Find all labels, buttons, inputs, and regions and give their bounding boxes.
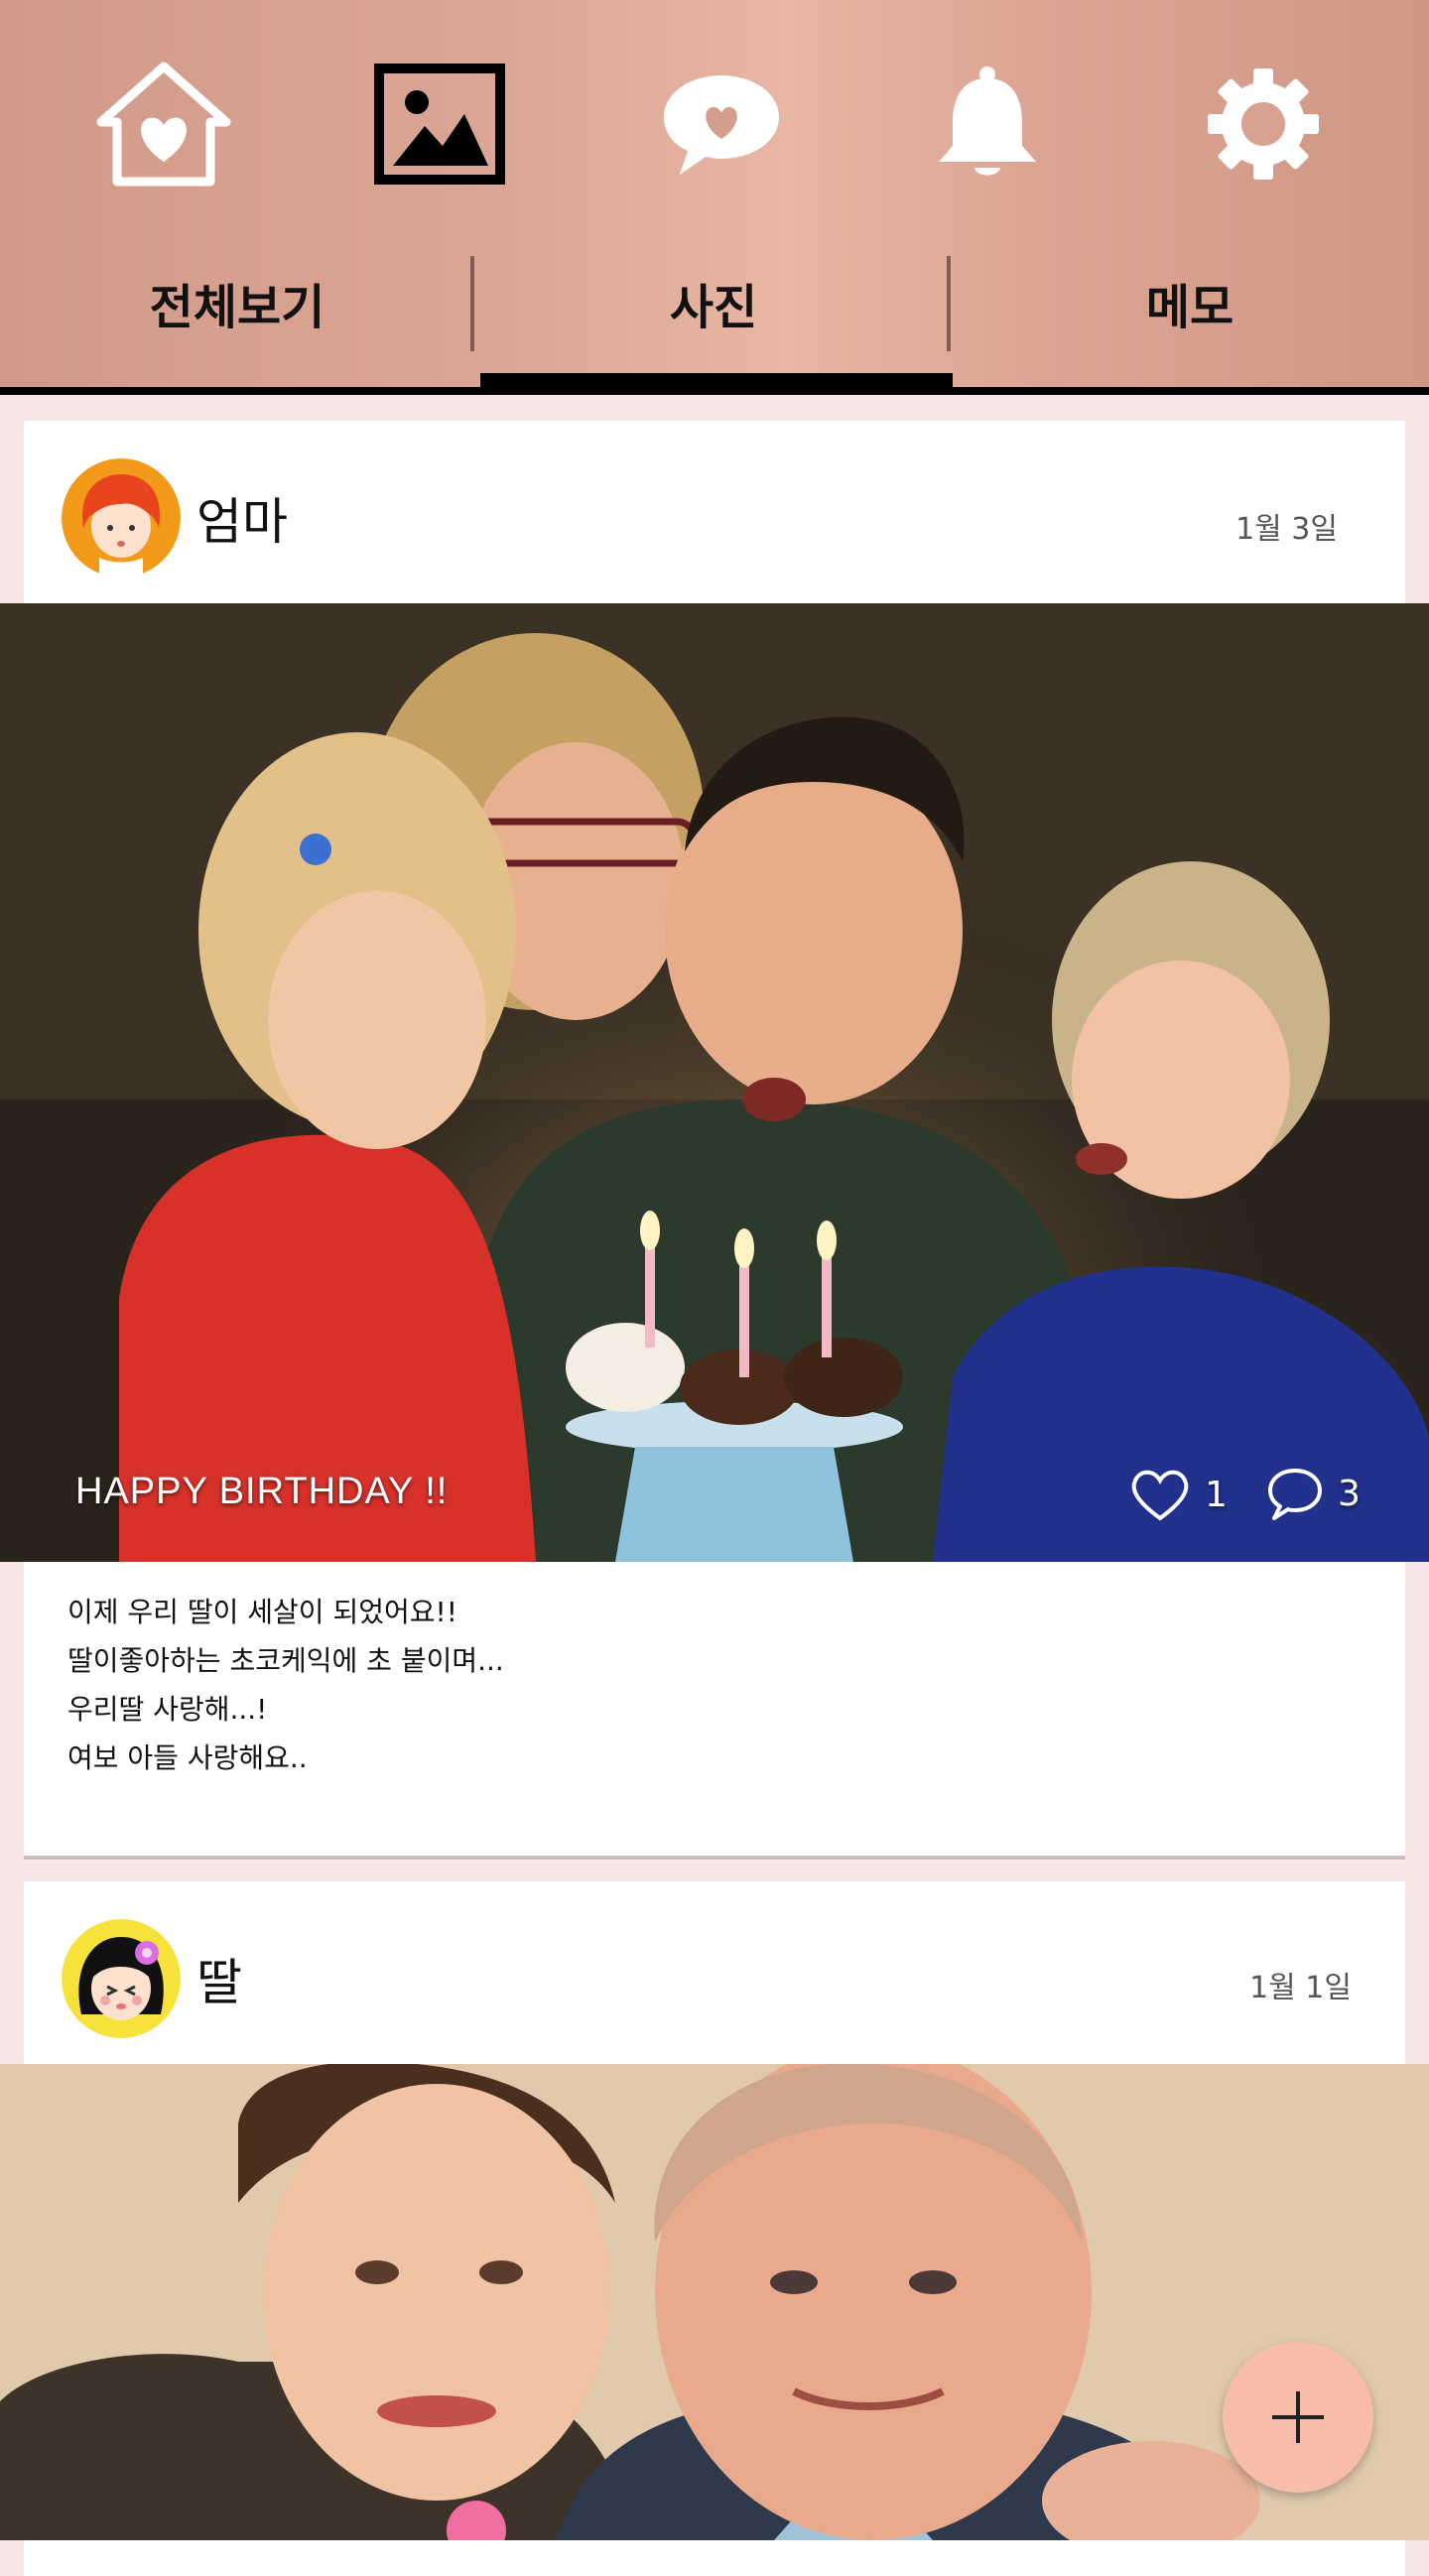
comment-button[interactable]: 3 — [1266, 1467, 1361, 1520]
app-header: 전체보기 사진 메모 — [0, 0, 1429, 389]
post-date: 1월 1일 — [1249, 1971, 1352, 2005]
like-button[interactable]: 1 — [1129, 1467, 1228, 1522]
post-body-line: 여보 아들 사랑해요.. — [67, 1741, 308, 1774]
post-date: 1월 3일 — [1235, 512, 1338, 547]
post-body-line: 이제 우리 딸이 세살이 되었어요!! — [67, 1596, 457, 1628]
daughter-avatar[interactable] — [62, 1919, 181, 2038]
comment-icon — [1268, 1469, 1322, 1520]
post-author: 딸 — [196, 1954, 242, 2011]
like-count: 1 — [1205, 1474, 1228, 1515]
gear-icon[interactable] — [1189, 50, 1338, 198]
post-photo[interactable] — [0, 2064, 1429, 2540]
post-body: 이제 우리 딸이 세살이 되었어요!! 딸이좋아하는 초코케익에 초 붙이며..… — [67, 1588, 504, 1782]
mom-avatar[interactable] — [62, 458, 181, 578]
plus-icon — [1272, 2391, 1324, 2443]
home-heart-icon[interactable] — [89, 50, 238, 198]
bell-icon[interactable] — [913, 50, 1062, 198]
tab-divider — [947, 256, 951, 351]
comment-count: 3 — [1338, 1473, 1361, 1514]
post-body-line: 딸이좋아하는 초코케익에 초 붙이며... — [67, 1644, 504, 1677]
add-post-button[interactable] — [1223, 2342, 1373, 2493]
tab-all[interactable]: 전체보기 — [4, 238, 470, 367]
post-body-line: 우리딸 사랑해...! — [67, 1693, 268, 1726]
photo-caption: HAPPY BIRTHDAY !! — [75, 1471, 449, 1512]
tab-memo[interactable]: 메모 — [957, 238, 1423, 367]
post-photo[interactable] — [0, 603, 1429, 1562]
photo-icon[interactable] — [365, 50, 514, 198]
tab-photos[interactable]: 사진 — [480, 238, 947, 367]
tab-divider — [470, 256, 474, 351]
heart-icon — [1131, 1470, 1189, 1521]
chat-heart-icon[interactable] — [647, 50, 796, 198]
header-divider — [0, 387, 1429, 395]
post-author: 엄마 — [196, 493, 288, 551]
